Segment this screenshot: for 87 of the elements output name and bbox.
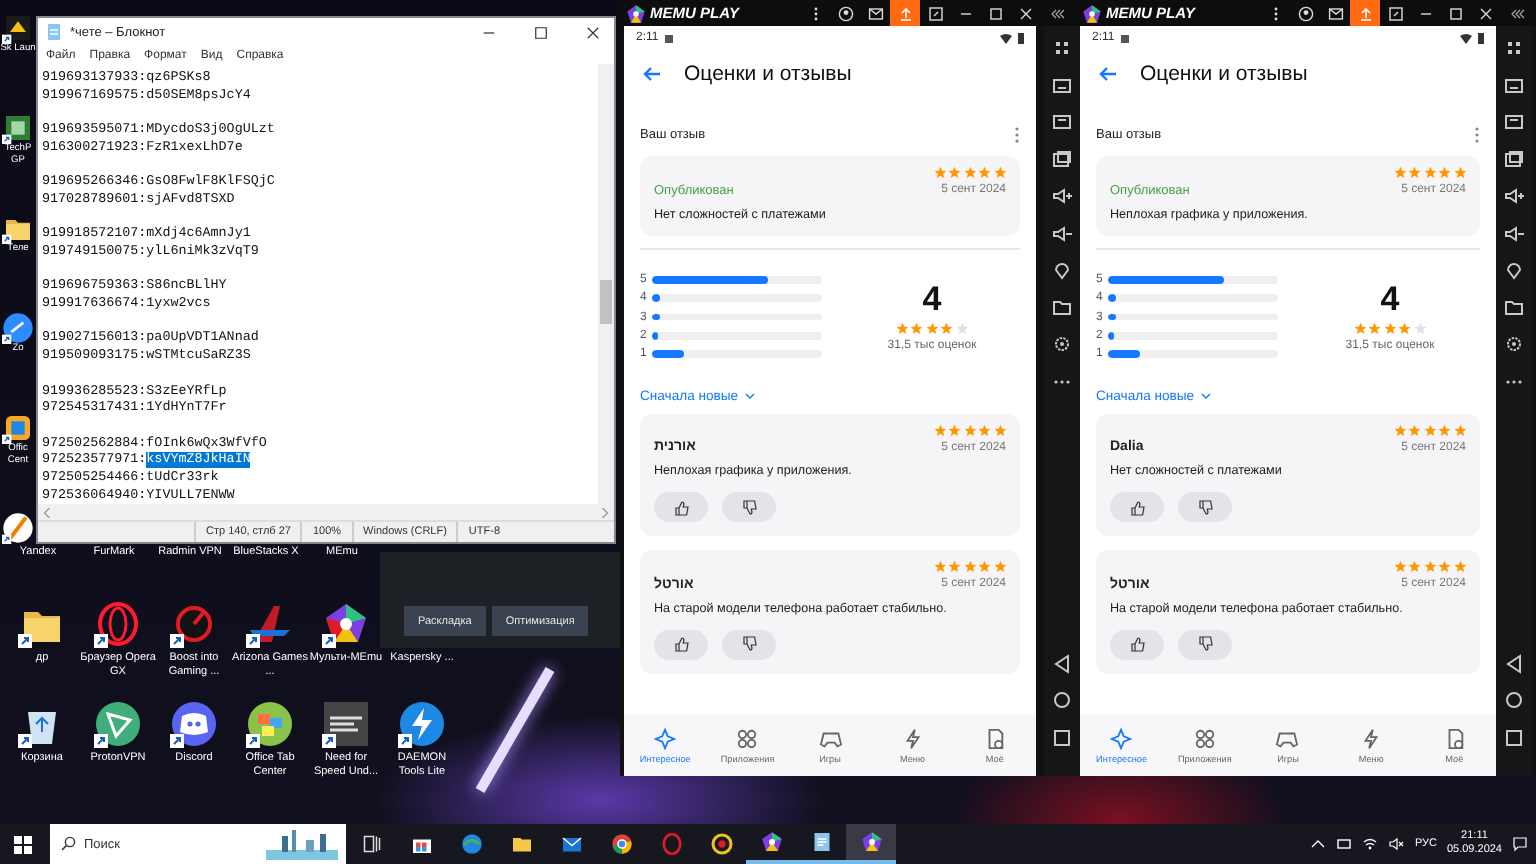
thumbs-down-icon [741, 499, 757, 515]
chevron-down-icon [1200, 390, 1213, 402]
game-cover-icon[interactable] [322, 700, 370, 748]
thumbs-up-icon [673, 636, 689, 652]
sparkle-icon [1110, 727, 1133, 749]
thumbs-up-icon [1129, 499, 1145, 515]
back-arrow-icon[interactable] [1098, 66, 1118, 82]
like-button[interactable] [654, 492, 708, 522]
lightning-icon [1360, 727, 1383, 749]
recents-icon[interactable] [1052, 727, 1072, 747]
wifi-icon[interactable] [1362, 836, 1379, 852]
tiles-icon[interactable] [246, 700, 294, 748]
back-icon[interactable] [1052, 653, 1072, 673]
battery-icon [1478, 32, 1484, 44]
app-icon[interactable] [2, 412, 34, 444]
gauge-icon[interactable] [170, 600, 218, 648]
app-icon[interactable] [2, 312, 34, 344]
grid-icon [736, 727, 759, 749]
keyboard-icon[interactable] [1052, 75, 1072, 95]
folder-icon[interactable] [1052, 297, 1072, 317]
battery-icon [1018, 32, 1024, 44]
location-icon[interactable] [1052, 260, 1072, 280]
sparkle-icon [654, 727, 677, 749]
grid-icon [1193, 727, 1216, 749]
notification-icon[interactable] [1512, 836, 1528, 852]
apk-icon[interactable] [1052, 112, 1072, 132]
document-icon [1443, 727, 1466, 749]
dislike-button[interactable] [722, 492, 776, 522]
average-rating: 4 [1380, 282, 1400, 319]
location-icon[interactable] [1504, 260, 1524, 280]
page-title: Оценки и отзывы [684, 62, 852, 86]
screen-icon[interactable] [1052, 149, 1072, 169]
thumbs-down-icon [1197, 499, 1213, 515]
screen-icon[interactable] [1504, 149, 1524, 169]
like-button[interactable] [1110, 629, 1164, 659]
folder-icon[interactable] [1504, 297, 1524, 317]
page-title: Оценки и отзывы [1140, 62, 1308, 86]
back-arrow-icon[interactable] [642, 66, 662, 82]
notepad-icon [46, 24, 62, 40]
chevron-down-icon [744, 390, 757, 402]
chip-icon[interactable] [2, 112, 34, 144]
volume-down-icon[interactable] [1504, 223, 1524, 243]
settings-icon[interactable] [1052, 334, 1072, 354]
skyline-drawing [266, 828, 338, 860]
thumbs-up-icon [673, 499, 689, 515]
wifi-icon [1000, 33, 1012, 43]
windows-icon [13, 835, 31, 853]
apk-icon[interactable] [1504, 112, 1524, 132]
home-icon[interactable] [1504, 690, 1524, 710]
like-button[interactable] [1110, 492, 1164, 522]
wifi-icon [1460, 33, 1472, 43]
thumbs-down-icon [1197, 636, 1213, 652]
thumbs-down-icon [741, 636, 757, 652]
back-icon[interactable] [1504, 653, 1524, 673]
dislike-button[interactable] [1178, 492, 1232, 522]
grid-icon[interactable] [1052, 38, 1072, 58]
pentagon-icon[interactable] [322, 600, 370, 648]
notification-icon [664, 33, 675, 43]
gamepad-icon [1276, 727, 1299, 749]
letter-a-icon[interactable] [246, 600, 294, 648]
volume-up-icon[interactable] [1504, 186, 1524, 206]
thumbs-up-icon [1129, 636, 1145, 652]
app-icon[interactable] [2, 512, 34, 544]
app-icon[interactable] [2, 12, 34, 44]
speaker-muted-icon[interactable] [1388, 836, 1405, 852]
notification-icon [1120, 33, 1131, 43]
volume-up-icon[interactable] [1052, 186, 1072, 206]
dislike-button[interactable] [722, 629, 776, 659]
like-button[interactable] [654, 629, 708, 659]
scrollbar[interactable] [598, 64, 614, 504]
document-icon [983, 727, 1006, 749]
average-rating: 4 [922, 282, 942, 319]
home-icon[interactable] [1052, 690, 1072, 710]
keyboard-icon[interactable] [1504, 75, 1524, 95]
dislike-button[interactable] [1178, 629, 1232, 659]
ring-icon[interactable] [94, 600, 142, 648]
recents-icon[interactable] [1504, 727, 1524, 747]
search-icon [60, 836, 76, 852]
gamepad-icon [819, 727, 841, 749]
settings-icon[interactable] [1504, 334, 1524, 354]
volume-down-icon[interactable] [1052, 223, 1072, 243]
lightning-icon [901, 727, 924, 749]
grid-icon[interactable] [1504, 38, 1524, 58]
chevron-up-icon[interactable] [1310, 836, 1327, 852]
gamepad-icon[interactable] [170, 700, 218, 748]
lightning-icon[interactable] [398, 700, 446, 748]
network-icon[interactable] [1336, 836, 1353, 852]
